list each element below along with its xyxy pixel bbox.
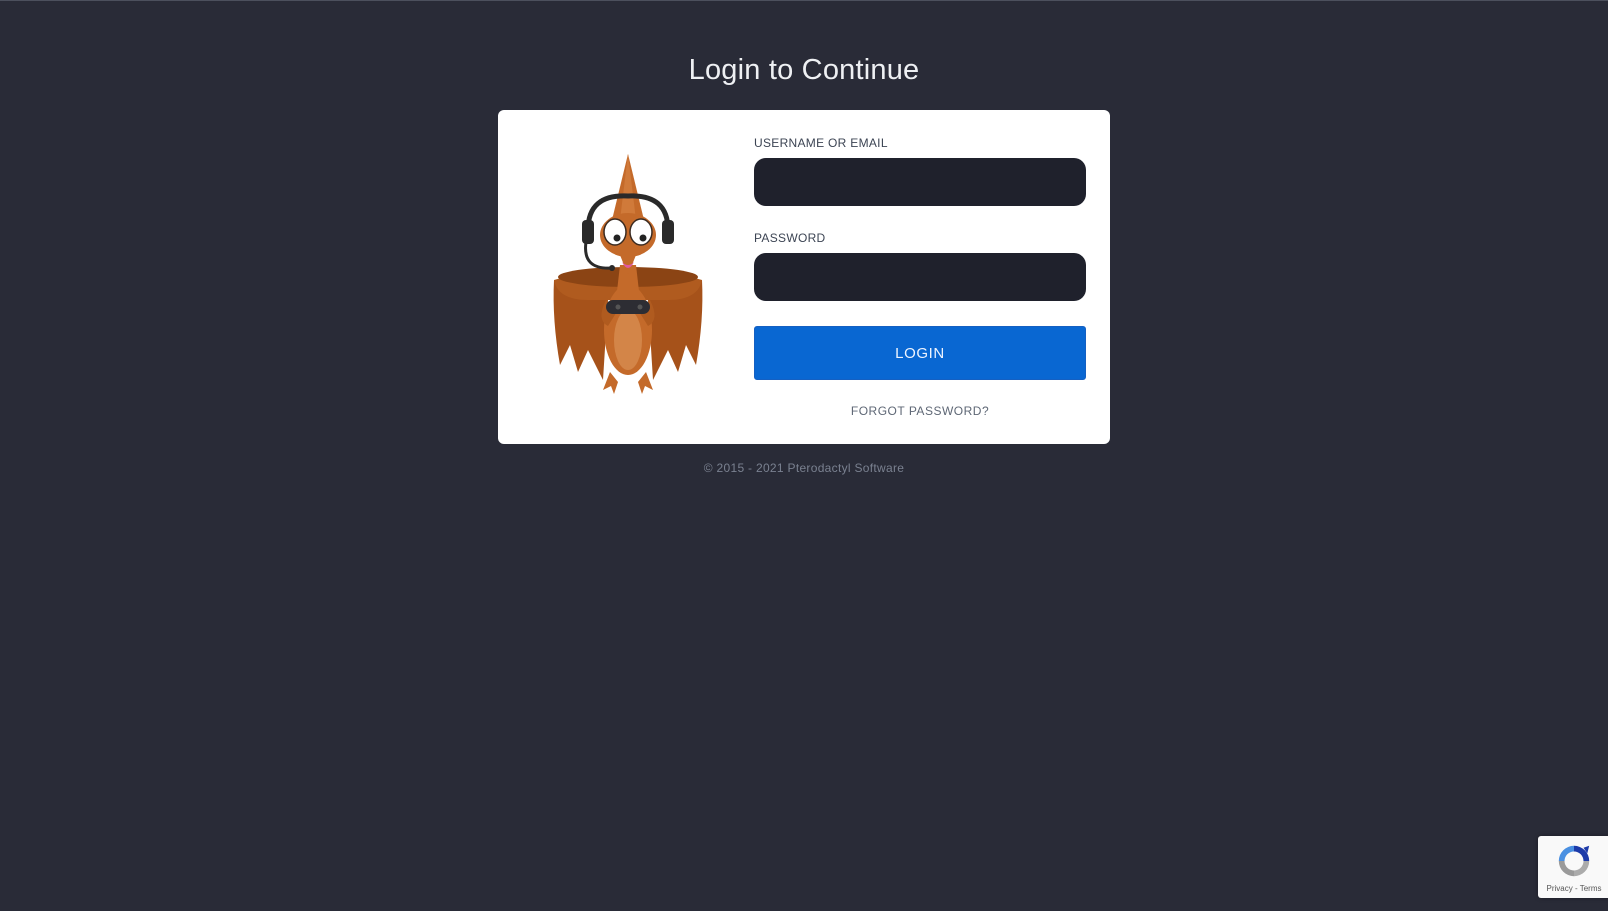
username-label: USERNAME OR EMAIL [754,136,888,150]
recaptcha-links: Privacy - Terms [1538,884,1608,893]
pterodactyl-mascot-icon [553,154,703,394]
login-card: USERNAME OR EMAIL PASSWORD LOGIN FORGOT … [498,110,1110,444]
recaptcha-separator: - [1572,884,1580,893]
recaptcha-icon [1558,845,1590,877]
recaptcha-terms-link[interactable]: Terms [1580,884,1602,893]
recaptcha-badge[interactable]: Privacy - Terms [1538,836,1608,898]
login-button[interactable]: LOGIN [754,326,1086,380]
password-input[interactable] [754,253,1086,301]
username-input[interactable] [754,158,1086,206]
recaptcha-privacy-link[interactable]: Privacy [1547,884,1573,893]
forgot-password-link[interactable]: FORGOT PASSWORD? [754,404,1086,418]
page-title: Login to Continue [688,54,920,86]
password-label: PASSWORD [754,231,826,245]
copyright-footer: © 2015 - 2021 Pterodactyl Software [703,461,905,475]
top-border [0,0,1608,1]
